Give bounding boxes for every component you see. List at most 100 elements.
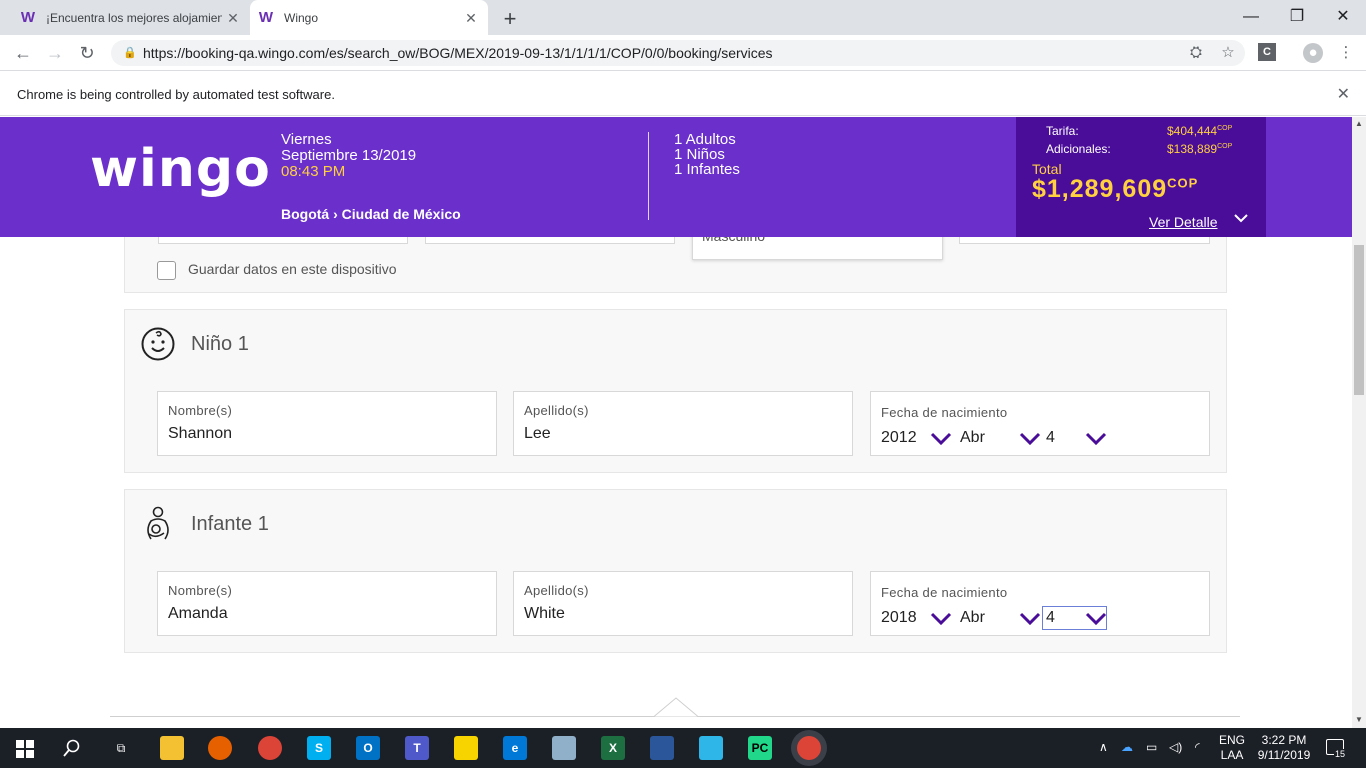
field-label: Apellido(s) <box>524 583 589 598</box>
chevron-down-icon[interactable] <box>1085 432 1107 446</box>
page-scrollbar[interactable]: ▲ ▼ <box>1352 117 1366 728</box>
close-window-button[interactable]: ✕ <box>1320 4 1366 30</box>
tarifa-label: Tarifa: <box>1046 124 1079 138</box>
field-label: Fecha de nacimiento <box>881 585 1008 600</box>
tarifa-value: $404,444COP <box>1167 124 1233 138</box>
save-data-checkbox[interactable] <box>157 261 176 280</box>
passenger-summary: 1 Adultos 1 Niños 1 Infantes <box>674 132 740 177</box>
search-icon[interactable] <box>63 739 81 757</box>
infant-passenger-card: Infante 1 Nombre(s) Amanda Apellido(s) W… <box>124 489 1227 653</box>
profile-avatar-icon[interactable]: ● <box>1303 43 1323 63</box>
restore-window-button[interactable]: ❐ <box>1274 4 1320 30</box>
child-dob-year-select[interactable]: 2012 <box>881 429 917 447</box>
bookmark-star-icon[interactable]: ☆ <box>1218 43 1238 63</box>
flight-date: Septiembre 13/2019 <box>281 147 417 164</box>
chrome-icon[interactable] <box>258 736 282 760</box>
price-summary-box: Tarifa: $404,444COP Adicionales: $138,88… <box>1016 117 1266 237</box>
notepad-icon[interactable] <box>552 736 576 760</box>
chevron-down-icon[interactable] <box>1019 612 1041 626</box>
child-dob-field: Fecha de nacimiento 2012 Abr 4 <box>870 391 1210 456</box>
infant-dob-month-select[interactable]: Abr <box>960 609 985 627</box>
chrome-active-icon[interactable] <box>797 736 821 760</box>
show-hidden-icons-chevron-icon[interactable]: ∧ <box>1099 740 1108 754</box>
outlook-icon[interactable]: O <box>356 736 380 760</box>
volume-icon[interactable]: ◁) <box>1169 740 1182 754</box>
app-mountain-icon[interactable] <box>699 736 723 760</box>
system-clock[interactable]: 3:22 PM 9/11/2019 <box>1256 733 1312 763</box>
excel-icon[interactable]: X <box>601 736 625 760</box>
windows-taskbar: ⧉ S O T e X PC ∧ ☁ ▭ ◁) ◜ ENG LAA 3:22 P… <box>0 728 1366 768</box>
remote-desktop-icon[interactable] <box>650 736 674 760</box>
child-last-name-field[interactable]: Apellido(s) Lee <box>513 391 853 456</box>
input-language[interactable]: ENG LAA <box>1219 733 1245 763</box>
child-section-title: Niño 1 <box>191 333 249 355</box>
child-first-name-value[interactable]: Shannon <box>168 425 232 443</box>
forward-arrow-icon[interactable]: → <box>43 41 67 65</box>
infant-dob-field: Fecha de nacimiento 2018 Abr 4 <box>870 571 1210 636</box>
sticky-notes-icon[interactable] <box>454 736 478 760</box>
chevron-down-icon[interactable] <box>930 432 952 446</box>
firefox-icon[interactable] <box>208 736 232 760</box>
child-face-icon <box>141 327 175 361</box>
child-dob-day-select[interactable]: 4 <box>1046 429 1055 447</box>
flight-day: Viernes <box>281 131 332 148</box>
infant-dob-day-select[interactable]: 4 <box>1046 609 1055 627</box>
edge-icon[interactable]: e <box>503 736 527 760</box>
chrome-menu-icon[interactable]: ⋮ <box>1336 43 1356 63</box>
adicionales-value: $138,889COP <box>1167 142 1233 156</box>
task-view-icon[interactable]: ⧉ <box>109 736 133 760</box>
scroll-down-icon[interactable]: ▼ <box>1354 715 1364 724</box>
new-tab-button[interactable]: + <box>498 6 522 32</box>
flight-date-block: Viernes Septiembre 13/2019 08:43 PM <box>281 132 416 180</box>
reload-icon[interactable]: ↻ <box>75 41 99 65</box>
chevron-down-icon[interactable] <box>1085 612 1107 626</box>
close-infobar-icon[interactable]: ✕ <box>1337 84 1350 104</box>
child-last-name-value[interactable]: Lee <box>524 425 551 443</box>
notification-count-badge: 15 <box>1334 749 1347 759</box>
browser-tab-1[interactable]: W ¡Encuentra los mejores alojamien ✕ <box>8 0 250 35</box>
infant-first-name-field[interactable]: Nombre(s) Amanda <box>157 571 497 636</box>
windows-start-icon[interactable] <box>16 740 34 758</box>
children-count: 1 Niños <box>674 146 725 163</box>
lock-icon[interactable]: 🔒 <box>123 40 137 66</box>
close-tab-icon[interactable]: ✕ <box>226 10 240 27</box>
address-bar[interactable]: 🔒 https://booking-qa.wingo.com/es/search… <box>111 40 1245 66</box>
divider-notch-icon <box>654 697 698 717</box>
chevron-down-icon[interactable] <box>1234 213 1248 223</box>
tab-title: ¡Encuentra los mejores alojamien <box>46 10 222 25</box>
clock-date: 9/11/2019 <box>1257 748 1311 762</box>
infant-section-title: Infante 1 <box>191 513 269 535</box>
tab-title: Wingo <box>284 10 319 25</box>
infant-dob-year-select[interactable]: 2018 <box>881 609 917 627</box>
minimize-window-button[interactable]: — <box>1228 4 1274 30</box>
ver-detalle-link[interactable]: Ver Detalle <box>1149 214 1217 230</box>
skype-icon[interactable]: S <box>307 736 331 760</box>
booking-summary-header: wingo Viernes Septiembre 13/2019 08:43 P… <box>0 117 1352 237</box>
file-explorer-icon[interactable] <box>160 736 184 760</box>
teams-icon[interactable]: T <box>405 736 429 760</box>
field-label: Nombre(s) <box>168 583 233 598</box>
battery-icon[interactable]: ▭ <box>1146 740 1157 754</box>
chevron-down-icon[interactable] <box>930 612 952 626</box>
network-icon[interactable]: ◜ <box>1195 740 1200 754</box>
back-arrow-icon[interactable]: ← <box>11 41 35 65</box>
adicionales-label: Adicionales: <box>1046 142 1111 156</box>
keyboard-layout: LAA <box>1220 748 1244 762</box>
scroll-up-icon[interactable]: ▲ <box>1354 119 1364 128</box>
onedrive-icon[interactable]: ☁ <box>1121 740 1133 754</box>
field-label: Apellido(s) <box>524 403 589 418</box>
wingo-logo[interactable]: wingo <box>90 139 271 199</box>
browser-tab-2-active[interactable]: W Wingo ✕ <box>250 0 488 35</box>
chevron-down-icon[interactable] <box>1019 432 1041 446</box>
infant-first-name-value[interactable]: Amanda <box>168 605 228 623</box>
scrollbar-thumb[interactable] <box>1354 245 1364 395</box>
child-first-name-field[interactable]: Nombre(s) Shannon <box>157 391 497 456</box>
child-dob-month-select[interactable]: Abr <box>960 429 985 447</box>
infant-with-parent-icon <box>147 506 169 540</box>
infant-last-name-value[interactable]: White <box>524 605 565 623</box>
close-tab-icon[interactable]: ✕ <box>464 10 478 27</box>
extension-c-icon[interactable]: C <box>1258 43 1276 61</box>
extension-blocked-icon[interactable]: ⛭ <box>1186 43 1206 63</box>
infant-last-name-field[interactable]: Apellido(s) White <box>513 571 853 636</box>
pycharm-icon[interactable]: PC <box>748 736 772 760</box>
